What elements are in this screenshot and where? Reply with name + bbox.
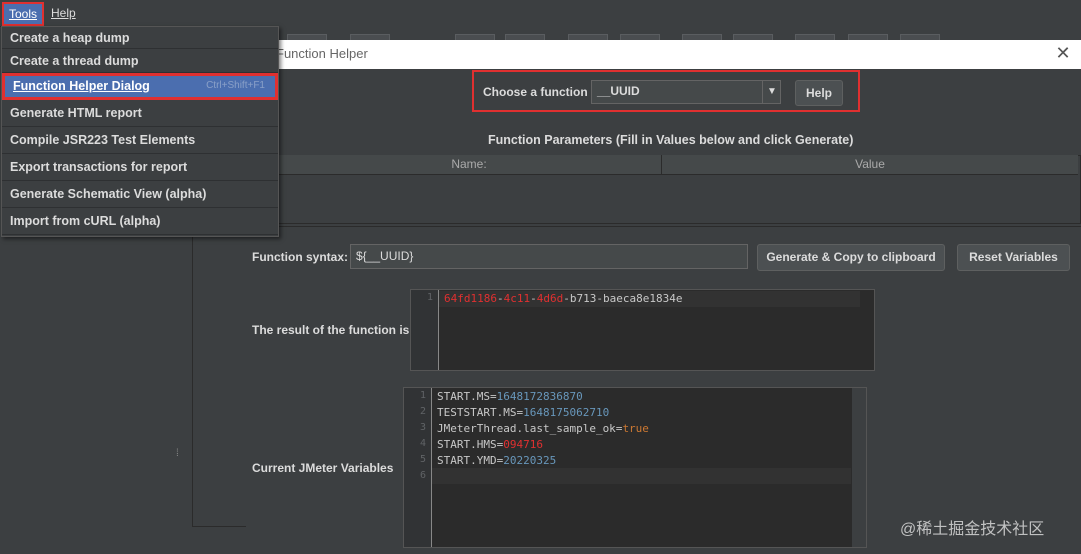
- help-button[interactable]: Help: [795, 80, 843, 106]
- menu-tools-label: Tools: [9, 7, 38, 21]
- variable-value: 1648175062710: [523, 406, 610, 419]
- uuid-dash: -: [530, 292, 537, 305]
- uuid-dash: -: [496, 292, 504, 305]
- menu-item[interactable]: Create a heap dump: [2, 27, 278, 49]
- function-syntax-label: Function syntax:: [252, 250, 349, 264]
- line-number: 4: [419, 438, 426, 449]
- menu-item[interactable]: Import from cURL (alpha): [2, 208, 278, 235]
- menu-help-label: Help: [51, 6, 76, 20]
- variable-line: TESTSTART.MS=1648175062710: [437, 406, 609, 419]
- menu-item-label: Compile JSR223 Test Elements: [10, 133, 196, 147]
- variable-key: START.HMS=: [437, 438, 504, 451]
- vertical-scrollbar[interactable]: [851, 388, 866, 547]
- menu-item[interactable]: Create a thread dump: [2, 49, 278, 73]
- variable-value: 20220325: [503, 454, 557, 467]
- menu-item-label: Generate Schematic View (alpha): [10, 187, 207, 201]
- close-icon[interactable]: ✕: [1054, 44, 1072, 62]
- function-select-value: __UUID: [597, 84, 640, 98]
- variable-line: START.MS=1648172836870: [437, 390, 583, 403]
- menu-item-label: Generate HTML report: [10, 106, 142, 120]
- menubar: [0, 0, 1081, 27]
- variables-label: Current JMeter Variables: [252, 461, 394, 475]
- splitter-handle[interactable]: ⁞: [176, 448, 179, 459]
- menu-item-label: Function Helper Dialog: [13, 79, 150, 93]
- menu-item[interactable]: Generate HTML report: [2, 100, 278, 127]
- line-number: 2: [419, 406, 426, 417]
- uuid-part: 4d6d: [536, 292, 564, 305]
- uuid-part: 64fd1186: [444, 292, 497, 305]
- variable-key: START.YMD=: [437, 454, 504, 467]
- uuid-part: b713-baeca8e1834e: [569, 292, 683, 305]
- menu-item[interactable]: Generate Schematic View (alpha): [2, 181, 278, 208]
- variable-line: JMeterThread.last_sample_ok=true: [437, 422, 649, 435]
- tools-menu: Create a heap dump Create a thread dump Fu…: [1, 26, 279, 237]
- menu-item-shortcut: Ctrl+Shift+F1: [206, 80, 265, 91]
- result-label: The result of the function is: [252, 323, 410, 337]
- menu-item-label: Create a thread dump: [10, 54, 139, 68]
- result-text: 64fd1186-4c11-4d6d-b713-baeca8e1834e: [444, 292, 682, 305]
- function-syntax-field[interactable]: ${__UUID}: [350, 244, 748, 269]
- choose-function-label: Choose a function: [483, 85, 588, 99]
- variable-value: true: [622, 422, 649, 435]
- menu-help[interactable]: Help: [51, 4, 76, 22]
- dialog-title: Function Helper: [270, 40, 1081, 69]
- chevron-down-icon[interactable]: ▼: [762, 81, 781, 103]
- result-editor[interactable]: 1 64fd1186-4c11-4d6d-b713-baeca8e1834e: [410, 289, 875, 371]
- menu-item-label: Import from cURL (alpha): [10, 214, 161, 228]
- menu-item[interactable]: Export transactions for report: [2, 154, 278, 181]
- toolbar: [277, 26, 1081, 40]
- menu-tools[interactable]: Tools: [2, 2, 45, 26]
- menu-item[interactable]: Function Helper Dialog Ctrl+Shift+F1: [2, 73, 278, 100]
- line-number: 1: [419, 390, 426, 401]
- uuid-dash: -: [563, 292, 570, 305]
- current-line-highlight: [432, 468, 852, 484]
- test-plan-tree: [0, 236, 182, 554]
- divider: [246, 226, 1081, 227]
- menu-item-label: Export transactions for report: [10, 160, 188, 174]
- variable-key: START.MS=: [437, 390, 497, 403]
- menu-item-label: Create a heap dump: [10, 31, 130, 45]
- reset-variables-button[interactable]: Reset Variables: [957, 244, 1070, 271]
- line-number: 3: [419, 422, 426, 433]
- line-number: 5: [419, 454, 426, 465]
- generate-copy-button[interactable]: Generate & Copy to clipboard: [757, 244, 945, 271]
- variable-key: TESTSTART.MS=: [437, 406, 524, 419]
- column-header-name[interactable]: Name:: [277, 155, 662, 175]
- variables-editor[interactable]: 1 START.MS=1648172836870 2 TESTSTART.MS=164…: [403, 387, 867, 548]
- function-parameters-title: Function Parameters (Fill in Values belo…: [488, 133, 854, 147]
- variable-value: 094716: [503, 438, 543, 451]
- column-header-value[interactable]: Value: [662, 155, 1078, 175]
- watermark: @稀土掘金技术社区: [900, 521, 1045, 538]
- line-number: 6: [419, 470, 426, 481]
- variable-key: JMeterThread.last_sample_ok=: [437, 422, 623, 435]
- variable-line: START.YMD=20220325: [437, 454, 556, 467]
- uuid-part: 4c11: [503, 292, 531, 305]
- tree-panel-column: [192, 236, 247, 527]
- menu-item[interactable]: Compile JSR223 Test Elements: [2, 127, 278, 154]
- line-number: 1: [426, 292, 433, 303]
- variable-value: 1648172836870: [496, 390, 583, 403]
- variable-line: START.HMS=094716: [437, 438, 543, 451]
